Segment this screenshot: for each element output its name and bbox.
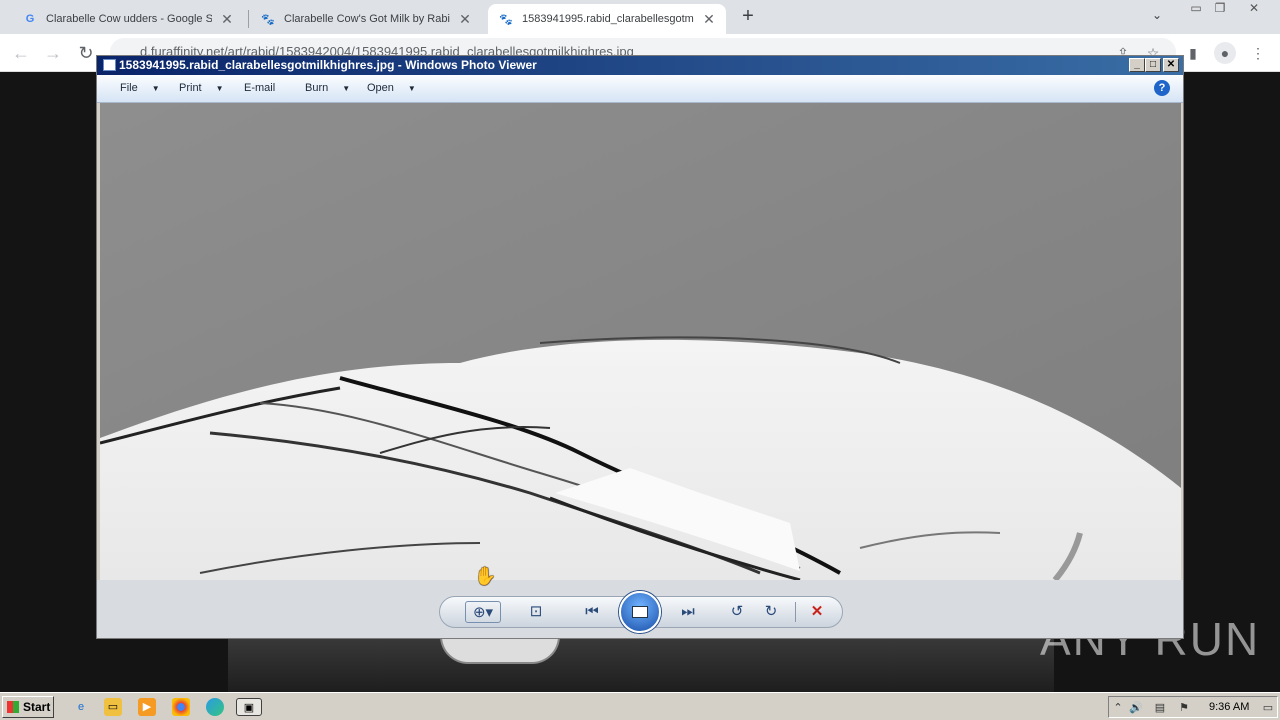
tab-title: Clarabelle Cow udders - Google Search [46, 13, 212, 25]
photo-viewer-app-icon [103, 59, 116, 71]
photo-viewer-controlbar: ⊕▾ ⊡ ⏮ ⏭ ↺ ↻ ✕ [97, 580, 1183, 638]
photo-viewer-window: 1583941995.rabid_clarabellesgotmilkhighr… [96, 55, 1184, 639]
dropdown-arrow-icon: ▼ [215, 84, 224, 93]
windows-logo-icon [7, 701, 19, 713]
minimize-icon[interactable]: ▭ [1183, 0, 1209, 18]
kebab-menu-icon[interactable]: ⋮ [1247, 42, 1269, 64]
zoom-icon[interactable]: ⊕▾ [465, 601, 501, 623]
photo-viewer-icon[interactable]: ▣ [236, 698, 262, 716]
photo-viewer-titlebar[interactable]: 1583941995.rabid_clarabellesgotmilkhighr… [97, 56, 1183, 75]
next-icon[interactable]: ⏭ [677, 601, 699, 623]
profile-avatar-icon[interactable]: ● [1214, 42, 1236, 64]
show-desktop-icon[interactable]: ▭ [1261, 701, 1275, 715]
media-player-icon[interactable]: ▶ [138, 698, 156, 716]
chrome-icon[interactable] [172, 698, 190, 716]
system-tray: ⌃ 🔊 ▤ ⚑ 9:36 AM ▭ [1108, 696, 1278, 718]
tab-google-search[interactable]: G Clarabelle Cow udders - Google Search … [12, 4, 244, 34]
tab-title: 1583941995.rabid_clarabellesgotmilkhighr… [522, 13, 694, 25]
photo-viewer-menubar: File ▼ Print ▼ E-mail Burn ▼ Open ▼ ? [97, 75, 1183, 103]
side-panel-icon[interactable]: ▮ [1182, 42, 1204, 64]
previous-icon[interactable]: ⏮ [581, 601, 603, 623]
actual-size-icon[interactable]: ⊡ [525, 601, 547, 623]
tab-image[interactable]: 🐾 1583941995.rabid_clarabellesgotmilkhig… [488, 4, 726, 34]
volume-icon[interactable]: 🔊 [1129, 701, 1143, 715]
menu-print[interactable]: Print ▼ [179, 82, 224, 94]
paw-icon: 🐾 [499, 13, 513, 26]
new-tab-icon[interactable]: + [738, 6, 758, 26]
zoomed-photo-image [100, 103, 1181, 580]
browser-page-image-detail [440, 636, 560, 664]
close-icon[interactable]: ✕ [1163, 58, 1179, 72]
edge-icon[interactable] [206, 698, 224, 716]
tab-title: Clarabelle Cow's Got Milk by Rabid -- Fu… [284, 13, 450, 25]
rotate-counterclockwise-icon[interactable]: ↺ [726, 601, 748, 623]
internet-explorer-icon[interactable]: e [72, 698, 90, 716]
network-icon[interactable]: ▤ [1153, 701, 1167, 715]
menu-label: Open [367, 82, 394, 94]
clock[interactable]: 9:36 AM [1209, 701, 1249, 713]
menu-burn[interactable]: Burn ▼ [305, 82, 350, 94]
menu-email[interactable]: E-mail [244, 82, 275, 94]
minimize-icon[interactable]: _ [1129, 58, 1145, 72]
dropdown-arrow-icon: ▼ [342, 84, 351, 93]
tab-fur-affinity[interactable]: 🐾 Clarabelle Cow's Got Milk by Rabid -- … [250, 4, 482, 34]
google-icon: G [25, 13, 35, 25]
maximize-icon[interactable]: □ [1145, 58, 1161, 72]
tab-separator [248, 10, 249, 28]
menu-label: Print [179, 82, 202, 94]
start-button[interactable]: Start [2, 696, 54, 718]
browser-page-image [228, 636, 1054, 692]
explorer-icon[interactable]: ▭ [104, 698, 122, 716]
chevron-down-icon[interactable]: ⌄ [1152, 8, 1162, 22]
windows-taskbar: Start e ▭ ▶ ▣ ⌃ 🔊 ▤ ⚑ 9:36 AM ▭ [0, 692, 1280, 720]
window-title: 1583941995.rabid_clarabellesgotmilkhighr… [119, 58, 537, 72]
forward-icon[interactable]: → [42, 42, 64, 64]
photo-display[interactable] [100, 103, 1181, 580]
divider [795, 602, 796, 622]
chevron-up-icon[interactable]: ⌃ [1111, 701, 1125, 715]
menu-file[interactable]: File ▼ [120, 82, 160, 94]
menu-label: E-mail [244, 82, 276, 94]
dropdown-arrow-icon: ▼ [151, 84, 160, 93]
paw-icon: 🐾 [261, 13, 275, 26]
menu-open[interactable]: Open ▼ [367, 82, 416, 94]
dropdown-arrow-icon: ▼ [407, 84, 416, 93]
close-icon[interactable]: ✕ [220, 11, 234, 28]
help-icon[interactable]: ? [1154, 80, 1170, 96]
close-icon[interactable]: ✕ [702, 11, 716, 28]
back-icon[interactable]: ← [10, 42, 32, 64]
slideshow-picture-icon [632, 606, 648, 618]
reload-icon[interactable]: ↻ [75, 42, 97, 64]
close-icon[interactable]: ✕ [1241, 0, 1267, 18]
menu-label: File [120, 82, 138, 94]
hand-cursor-icon: ✋ [474, 566, 497, 586]
slideshow-icon[interactable] [619, 591, 661, 633]
close-icon[interactable]: ✕ [458, 11, 472, 28]
delete-icon[interactable]: ✕ [806, 601, 828, 623]
chrome-tab-strip: G Clarabelle Cow udders - Google Search … [0, 0, 1280, 34]
restore-icon[interactable]: ❐ [1207, 0, 1233, 18]
menu-label: Burn [305, 82, 329, 94]
flag-icon[interactable]: ⚑ [1177, 701, 1191, 715]
rotate-clockwise-icon[interactable]: ↻ [760, 601, 782, 623]
start-label: Start [23, 700, 51, 714]
